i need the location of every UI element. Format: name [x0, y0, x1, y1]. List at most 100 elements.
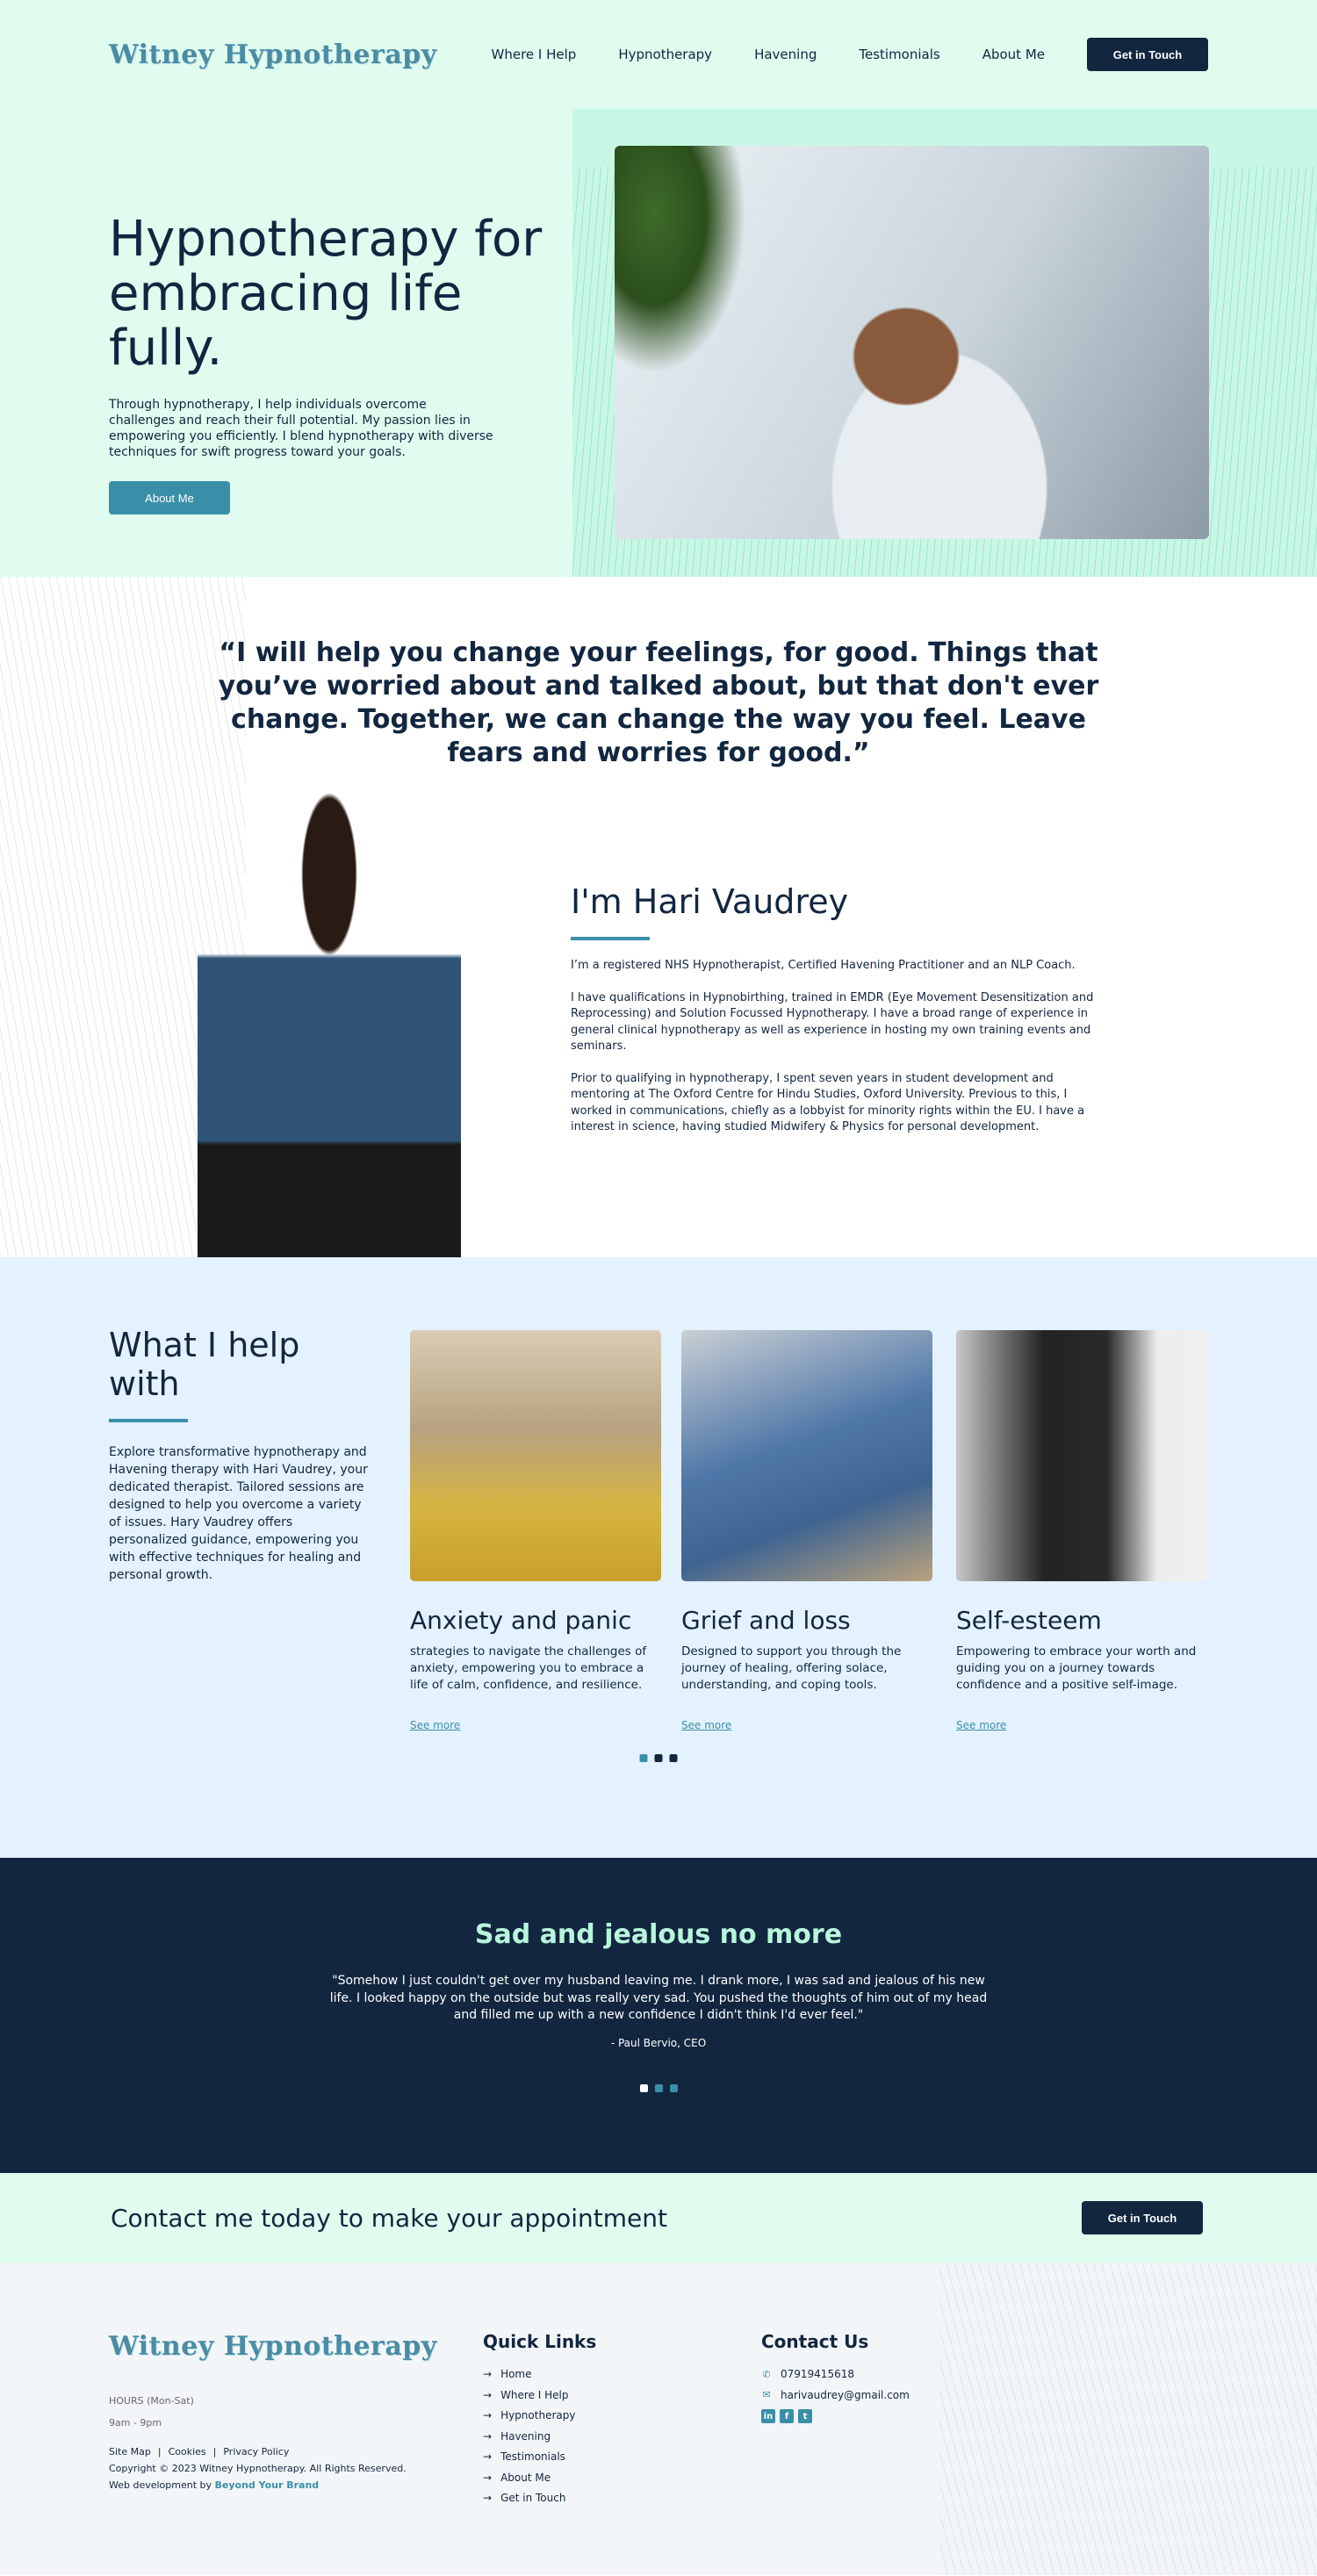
anxiety-image: [410, 1330, 661, 1581]
nav-links: Where I Help Hypnotherapy Havening Testi…: [492, 47, 1045, 62]
hero-content: Hypnotherapy for embracing life fully. T…: [0, 109, 572, 577]
therapist-portrait: [198, 790, 461, 1257]
web-dev-prefix: Web development by: [109, 2479, 212, 2491]
quick-link-label: Get in Touch: [500, 2492, 566, 2504]
twitter-icon[interactable]: t: [798, 2409, 812, 2423]
hero-title: Hypnotherapy for embracing life fully.: [109, 211, 543, 377]
get-in-touch-button[interactable]: Get in Touch: [1082, 2201, 1203, 2234]
testimonial-title: Sad and jealous no more: [474, 1919, 843, 1950]
help-section: What I help with Explore transformative …: [0, 1257, 1317, 1858]
see-more-link[interactable]: See more: [410, 1719, 460, 1731]
mission-quote: “I will help you change your feelings, f…: [218, 637, 1099, 768]
card-text: strategies to navigate the challenges of…: [410, 1644, 647, 1692]
quick-link-label: Home: [500, 2368, 532, 2380]
quick-link-label: Testimonials: [500, 2450, 565, 2463]
help-title: What I help with: [109, 1326, 300, 1403]
quick-link-testimonials[interactable]: → Testimonials: [483, 2450, 596, 2463]
arrow-right-icon: →: [483, 2492, 493, 2504]
quick-links: Quick Links → Home → Where I Help → Hypnoth…: [483, 2331, 596, 2513]
carousel-dot[interactable]: [639, 1754, 648, 1762]
hours-label: HOURS (Mon-Sat): [109, 2395, 194, 2407]
quick-link-where-i-help[interactable]: → Where I Help: [483, 2389, 596, 2401]
help-intro: What I help with Explore transformative …: [109, 1326, 372, 1584]
help-card-anxiety: Anxiety and panic strategies to navigate…: [410, 1330, 661, 1732]
arrow-right-icon: →: [483, 2471, 493, 2484]
phone-contact[interactable]: ✆ 07919415618: [761, 2368, 910, 2380]
nav-link-where-i-help[interactable]: Where I Help: [492, 47, 577, 62]
hero-section: Hypnotherapy for embracing life fully. T…: [0, 109, 1317, 577]
contact-info: Contact Us ✆ 07919415618 ✉ harivaudrey@gma…: [761, 2331, 910, 2423]
site-map-link[interactable]: Site Map: [109, 2446, 151, 2457]
wave-pattern-footer: [939, 2263, 1317, 2575]
site-logo[interactable]: Witney Hypnotherapy: [109, 40, 437, 70]
arrow-right-icon: →: [483, 2450, 493, 2463]
quick-link-hypnotherapy[interactable]: → Hypnotherapy: [483, 2409, 596, 2421]
carousel-dot[interactable]: [669, 2083, 678, 2092]
about-paragraph-2: I have qualifications in Hypnobirthing, …: [571, 990, 1094, 1054]
arrow-right-icon: →: [483, 2429, 493, 2443]
about-me-button[interactable]: About Me: [109, 481, 230, 514]
mail-icon: ✉: [762, 2389, 771, 2400]
about-heading: I'm Hari Vaudrey: [571, 882, 849, 921]
social-links: in f t: [761, 2409, 910, 2423]
self-esteem-image: [956, 1330, 1207, 1581]
testimonial-section: Sad and jealous no more "Somehow I just …: [0, 1858, 1317, 2173]
quick-links-heading: Quick Links: [483, 2331, 597, 2352]
about-section: “I will help you change your feelings, f…: [0, 577, 1317, 1257]
testimonial-author: - Paul Bervio, CEO: [610, 2036, 707, 2049]
site-footer: Witney Hypnotherapy HOURS (Mon-Sat) 9am …: [0, 2263, 1317, 2575]
facebook-icon[interactable]: f: [780, 2409, 794, 2423]
quick-link-label: Havening: [500, 2429, 551, 2443]
testimonial-dots: [0, 2083, 1317, 2092]
card-title: Grief and loss: [681, 1606, 851, 1635]
web-dev-credit: Web development by Beyond Your Brand: [109, 2479, 443, 2491]
relaxed-woman-image: [773, 277, 1106, 539]
arrow-right-icon: →: [483, 2388, 493, 2401]
card-text: Designed to support you through the jour…: [681, 1644, 902, 1692]
nav-link-hypnotherapy[interactable]: Hypnotherapy: [618, 47, 712, 62]
phone-icon: ✆: [762, 2368, 771, 2380]
phone-number: 07919415618: [781, 2368, 854, 2380]
quick-link-label: Hypnotherapy: [500, 2409, 576, 2421]
cookies-link[interactable]: Cookies: [169, 2446, 206, 2457]
privacy-policy-link[interactable]: Privacy Policy: [223, 2446, 289, 2457]
linkedin-icon[interactable]: in: [761, 2409, 775, 2423]
copyright: Copyright © 2023 Witney Hypnotherapy. Al…: [109, 2463, 407, 2474]
nav-link-about-me[interactable]: About Me: [982, 47, 1045, 62]
footer-logo[interactable]: Witney Hypnotherapy: [109, 2331, 443, 2362]
carousel-dot[interactable]: [669, 1754, 678, 1762]
card-text: Empowering to embrace your worth and gui…: [956, 1644, 1197, 1692]
card-title: Self-esteem: [956, 1606, 1102, 1635]
carousel-dot[interactable]: [654, 1754, 663, 1762]
help-card-self-esteem: Self-esteem Empowering to embrace your w…: [956, 1330, 1207, 1732]
get-in-touch-button[interactable]: Get in Touch: [1087, 38, 1208, 71]
quick-link-label: Where I Help: [500, 2388, 569, 2401]
web-dev-link[interactable]: Beyond Your Brand: [215, 2479, 320, 2491]
plant-image: [615, 146, 746, 374]
card-title: Anxiety and panic: [410, 1606, 632, 1635]
see-more-link[interactable]: See more: [681, 1719, 731, 1731]
grief-image: [681, 1330, 932, 1581]
quick-link-havening[interactable]: → Havening: [483, 2430, 596, 2443]
carousel-dot[interactable]: [639, 2083, 648, 2092]
about-paragraph-3: Prior to qualifying in hypnotherapy, I s…: [571, 1071, 1085, 1134]
carousel-dot[interactable]: [654, 2083, 663, 2092]
about-text: I'm Hari Vaudrey I’m a registered NHS Hy…: [571, 882, 1098, 1152]
hours-value: 9am - 9pm: [109, 2417, 162, 2428]
testimonial-text: "Somehow I just couldn't get over my hus…: [329, 1974, 988, 2022]
cta-banner: Contact me today to make your appointmen…: [0, 2173, 1317, 2263]
email-address: harivaudrey@gmail.com: [781, 2388, 910, 2401]
help-card-grief: Grief and loss Designed to support you t…: [681, 1330, 932, 1732]
heading-underline: [109, 1419, 188, 1422]
nav-link-testimonials[interactable]: Testimonials: [859, 47, 939, 62]
hero-image: [615, 146, 1209, 539]
contact-heading: Contact Us: [761, 2331, 869, 2352]
quick-link-get-in-touch[interactable]: → Get in Touch: [483, 2492, 596, 2504]
quick-link-home[interactable]: → Home: [483, 2368, 596, 2380]
footer-brand: Witney Hypnotherapy HOURS (Mon-Sat) 9am …: [109, 2331, 443, 2491]
email-contact[interactable]: ✉ harivaudrey@gmail.com: [761, 2388, 910, 2401]
quick-link-about-me[interactable]: → About Me: [483, 2472, 596, 2484]
see-more-link[interactable]: See more: [956, 1719, 1006, 1731]
nav-link-havening[interactable]: Havening: [754, 47, 817, 62]
help-text: Explore transformative hypnotherapy and …: [109, 1445, 368, 1582]
